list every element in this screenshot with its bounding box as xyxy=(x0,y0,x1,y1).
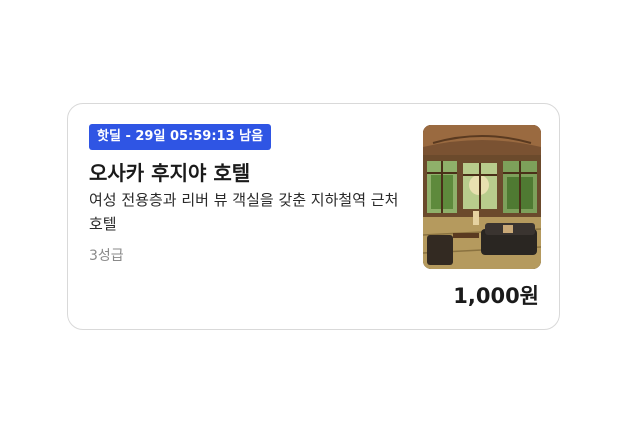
hot-deal-countdown-badge: 핫딜 - 29일 05:59:13 남음 xyxy=(89,124,272,150)
hotel-title: 오사카 후지야 호텔 xyxy=(89,161,251,185)
hotel-grade: 3성급 xyxy=(89,248,124,264)
hotel-price: 1,000원 xyxy=(453,284,539,308)
hotel-room-photo xyxy=(423,125,541,269)
hotel-description: 여성 전용층과 리버 뷰 객실을 갖춘 지하철역 근처 호텔 xyxy=(89,191,399,233)
hotel-product-card[interactable]: 핫딜 - 29일 05:59:13 남음 오사카 후지야 호텔 여성 전용층과 … xyxy=(67,103,560,330)
